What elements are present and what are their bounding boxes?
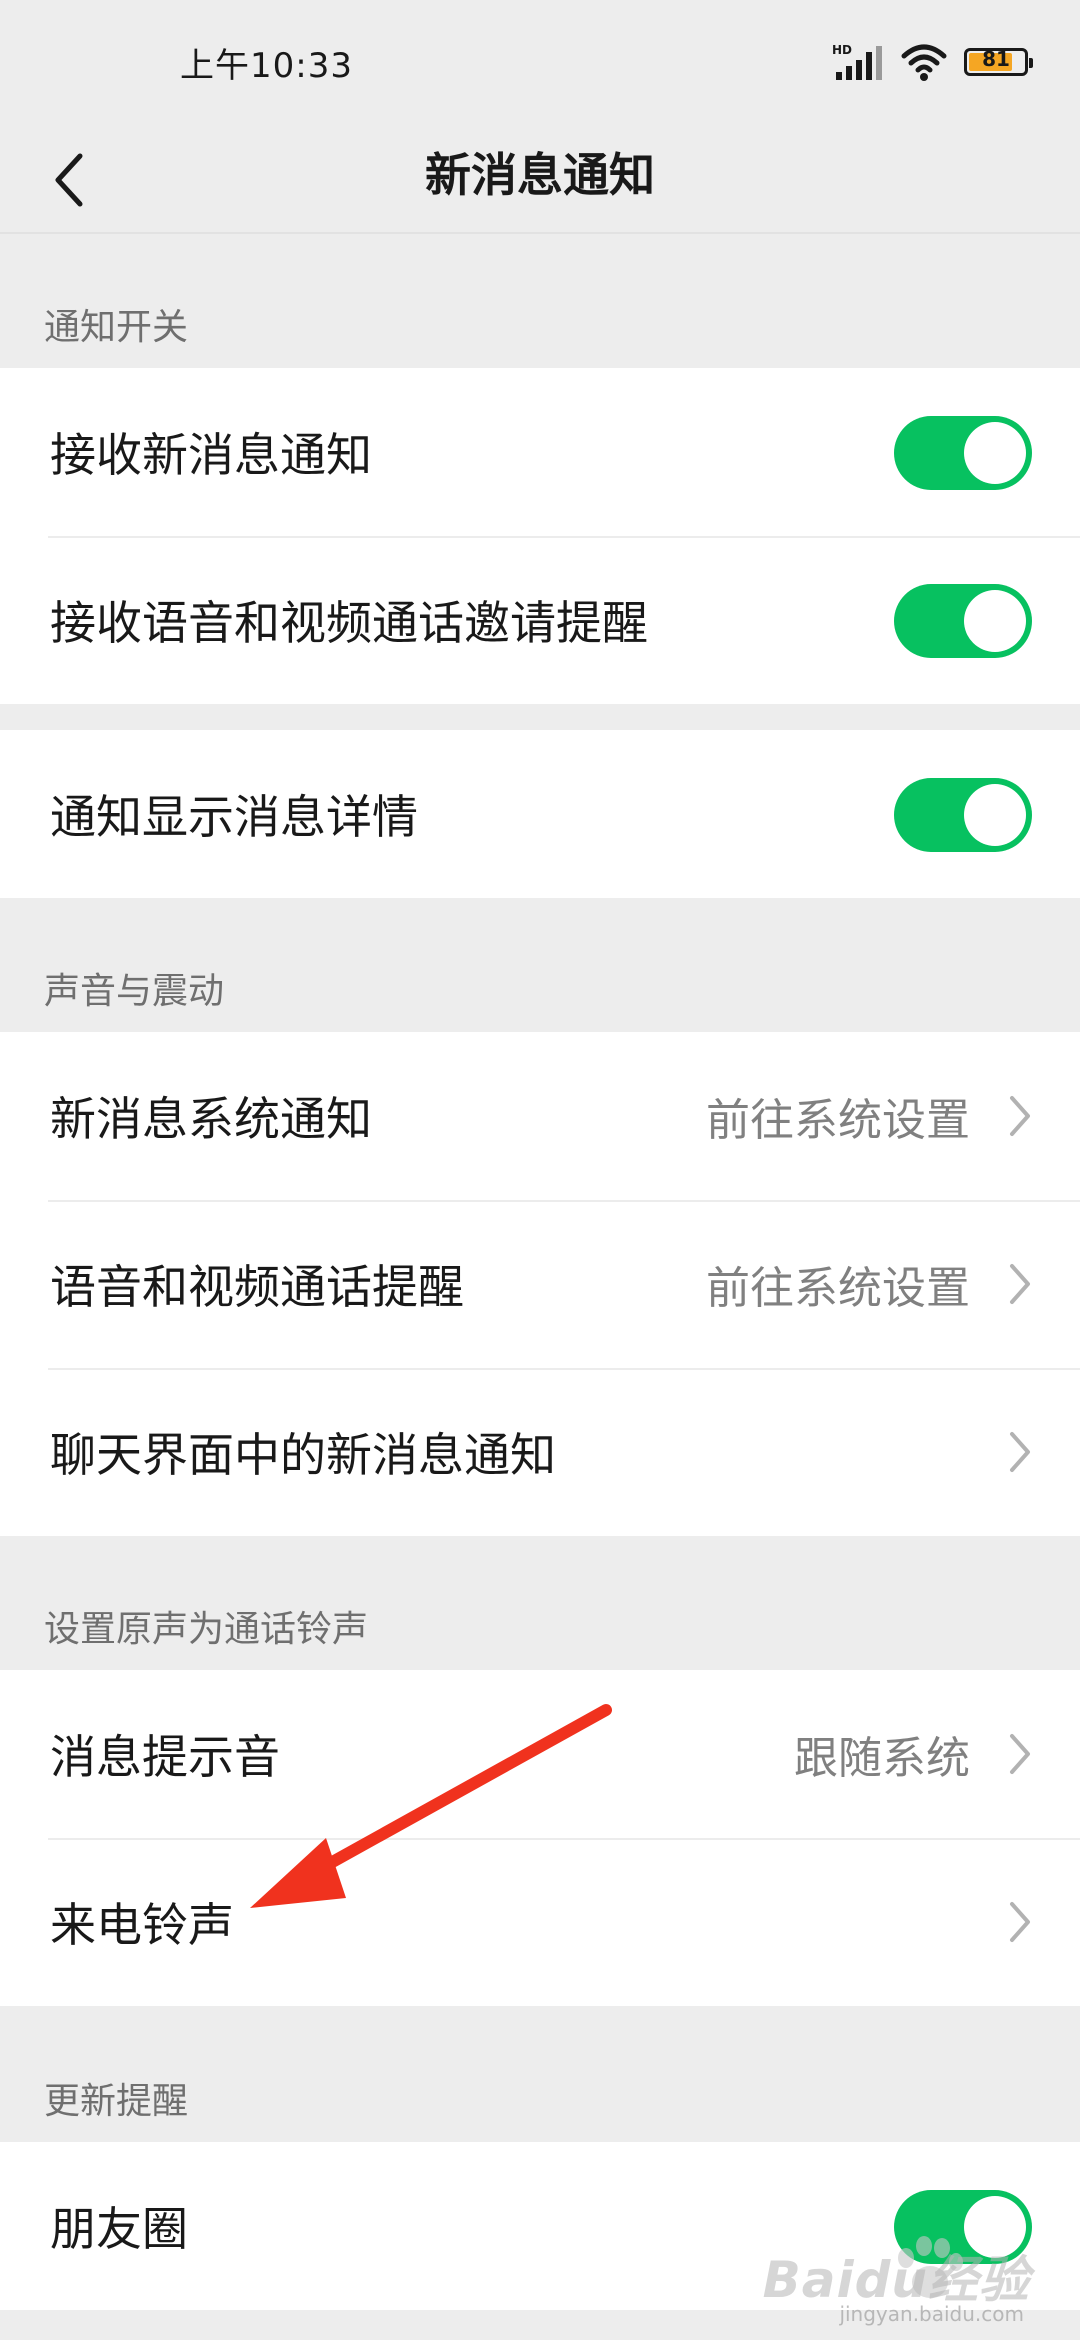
nav-divider <box>0 232 1080 234</box>
group-ringtone: 消息提示音 跟随系统 来电铃声 <box>0 1670 1080 2006</box>
row-label: 聊天界面中的新消息通知 <box>50 1428 556 1482</box>
chevron-right-icon <box>1010 1432 1030 1472</box>
group-detail: 通知显示消息详情 <box>0 730 1080 898</box>
network-label: HD <box>832 43 852 57</box>
row-call-remind[interactable]: 语音和视频通话提醒 前往系统设置 <box>0 1200 1080 1368</box>
signal-icon: HD <box>832 43 882 80</box>
row-label: 通知显示消息详情 <box>50 790 418 844</box>
row-system-notify[interactable]: 新消息系统通知 前往系统设置 <box>0 1032 1080 1200</box>
chevron-right-icon <box>1010 1096 1030 1136</box>
group-sound: 新消息系统通知 前往系统设置 语音和视频通话提醒 前往系统设置 聊天界面中的新消… <box>0 1032 1080 1536</box>
chevron-right-icon <box>1010 1734 1030 1774</box>
row-receive-call-invite[interactable]: 接收语音和视频通话邀请提醒 <box>0 536 1080 704</box>
row-receive-new-message[interactable]: 接收新消息通知 <box>0 368 1080 536</box>
row-label: 接收新消息通知 <box>50 428 372 482</box>
row-chat-notify[interactable]: 聊天界面中的新消息通知 <box>0 1368 1080 1536</box>
row-label: 来电铃声 <box>50 1898 234 1952</box>
toggle-knob <box>964 784 1026 846</box>
toggle-knob <box>964 422 1026 484</box>
toggle-receive-new-message[interactable] <box>894 416 1032 490</box>
row-label: 语音和视频通话提醒 <box>50 1260 464 1314</box>
toggle-show-detail[interactable] <box>894 778 1032 852</box>
row-label: 新消息系统通知 <box>50 1092 372 1146</box>
toggle-knob <box>964 590 1026 652</box>
section-header-notify: 通知开关 <box>44 307 189 348</box>
status-icons: HD 81 <box>832 40 1033 84</box>
row-show-detail[interactable]: 通知显示消息详情 <box>0 730 1080 898</box>
section-header-sound: 声音与震动 <box>44 971 225 1012</box>
watermark-site: jingyan.baidu.com <box>839 2302 1024 2326</box>
battery-icon: 81 <box>964 47 1033 76</box>
battery-text: 81 <box>982 47 1010 71</box>
row-label: 接收语音和视频通话邀请提醒 <box>50 596 648 650</box>
row-value: 跟随系统 <box>794 1733 970 1784</box>
chevron-right-icon <box>1010 1264 1030 1304</box>
row-value: 前往系统设置 <box>706 1095 970 1146</box>
wifi-icon <box>901 44 947 81</box>
section-header-update: 更新提醒 <box>44 2081 189 2122</box>
group-notify-switch: 接收新消息通知 接收语音和视频通话邀请提醒 <box>0 368 1080 704</box>
row-incoming-ringtone[interactable]: 来电铃声 <box>0 1838 1080 2006</box>
chevron-right-icon <box>1010 1902 1030 1942</box>
section-header-ringtone: 设置原声为通话铃声 <box>44 1609 369 1650</box>
row-label: 朋友圈 <box>50 2202 188 2256</box>
nav-bar: 新消息通知 <box>0 120 1080 230</box>
row-message-tone[interactable]: 消息提示音 跟随系统 <box>0 1670 1080 1838</box>
row-label: 消息提示音 <box>50 1730 280 1784</box>
status-time: 上午10:33 <box>180 46 353 86</box>
row-value: 前往系统设置 <box>706 1263 970 1314</box>
status-bar: 上午10:33 HD 81 <box>0 0 1080 120</box>
toggle-receive-call-invite[interactable] <box>894 584 1032 658</box>
page-title: 新消息通知 <box>425 148 655 202</box>
